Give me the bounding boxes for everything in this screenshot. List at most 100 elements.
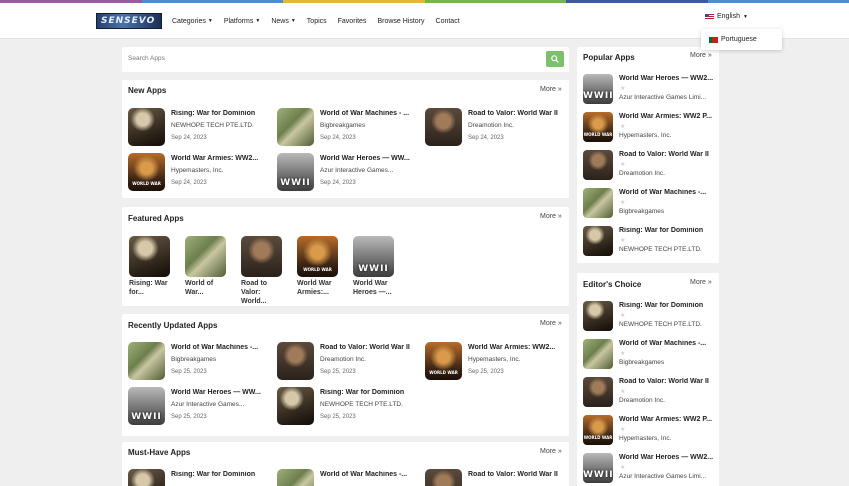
- side-app-item[interactable]: WORLD WAR World War Armies: WW2 P... ★ Hype…: [583, 415, 717, 448]
- app-icon: [583, 339, 613, 369]
- app-icon: [128, 108, 165, 146]
- star-icon: ★: [620, 427, 626, 433]
- featured-app[interactable]: WWII World War Heroes —...: [353, 236, 397, 297]
- star-icon: ★: [620, 200, 626, 206]
- side-app-item[interactable]: WWII World War Heroes — WW2... ★ Azur Inter…: [583, 74, 717, 107]
- app-icon-valor: [277, 342, 314, 380]
- side-app-item[interactable]: Road to Valor: World War II ★ Dreamotion I…: [583, 377, 717, 410]
- nav-favorites[interactable]: Favorites: [338, 18, 367, 25]
- app-name: World of War Machines -...: [171, 344, 259, 351]
- app-icon: [185, 236, 226, 277]
- nav-label: Browse History: [377, 17, 425, 25]
- app-name: World War Armies:...: [297, 280, 332, 296]
- app-card[interactable]: Rising: War for Dominion: [128, 469, 276, 486]
- nav-label: Categories: [172, 17, 206, 25]
- app-icon-rising: [128, 469, 165, 486]
- app-card[interactable]: Rising: War for Dominion NEWHOPE TECH PTE…: [128, 108, 276, 148]
- portugal-flag-icon: [709, 36, 718, 43]
- app-icon: WWII: [583, 453, 613, 483]
- side-app-item[interactable]: WORLD WAR World War Armies: WW2 P... ★ Hype…: [583, 112, 717, 145]
- nav-contact[interactable]: Contact: [436, 18, 460, 25]
- more-link[interactable]: More »: [540, 86, 562, 93]
- side-app-item[interactable]: Road to Valor: World War II ★ Dreamotion I…: [583, 150, 717, 183]
- caret-down-icon: ▼: [290, 18, 296, 24]
- more-link[interactable]: More »: [690, 52, 712, 59]
- side-app-item[interactable]: World of War Machines -... ★ Bigbreakgames: [583, 339, 717, 372]
- app-icon-armies: WORLD WAR: [128, 153, 165, 191]
- app-developer: Azur Interactive Games...: [171, 401, 245, 408]
- app-card[interactable]: Road to Valor: World War II: [425, 469, 573, 486]
- star-icon: ★: [620, 465, 626, 471]
- search-input[interactable]: [128, 55, 528, 62]
- app-icon-valor: [241, 236, 282, 277]
- nav-browse-history[interactable]: Browse History: [377, 18, 424, 25]
- app-date: Sep 25, 2023: [468, 369, 504, 375]
- side-app-item[interactable]: Rising: War for Dominion ★ NEWHOPE TECH PT…: [583, 226, 717, 259]
- app-icon-machines: [583, 188, 613, 218]
- featured-app[interactable]: Rising: War for...: [129, 236, 173, 297]
- app-card[interactable]: World of War Machines - ... Bigbreakgames…: [277, 108, 425, 148]
- app-icon: WWII: [583, 74, 613, 104]
- app-icon: [583, 150, 613, 180]
- app-card[interactable]: Road to Valor: World War II Dreamotion In…: [425, 108, 573, 148]
- language-dropdown[interactable]: Portuguese: [701, 29, 782, 50]
- app-icon: [277, 387, 314, 425]
- nav-platforms[interactable]: Platforms ▼: [224, 18, 261, 25]
- nav-news[interactable]: News ▼: [271, 18, 295, 25]
- language-label: English: [717, 13, 740, 20]
- app-icon: WORLD WAR: [583, 415, 613, 445]
- app-developer: Hypemasters, Inc.: [619, 435, 672, 442]
- app-card[interactable]: World of War Machines -... Bigbreakgames S…: [128, 342, 276, 382]
- app-name: World War Heroes — WW...: [171, 389, 261, 396]
- star-icon: ★: [620, 86, 626, 92]
- app-icon-machines: [583, 339, 613, 369]
- app-card[interactable]: WWII World War Heroes — WW... Azur Interac…: [128, 387, 276, 427]
- app-icon: WORLD WAR: [128, 153, 165, 191]
- language-selector[interactable]: English ▼: [705, 13, 748, 20]
- app-name: Road to Valor: World War II: [619, 378, 709, 385]
- app-card[interactable]: WORLD WAR World War Armies: WW2... Hypemas…: [128, 153, 276, 193]
- app-developer: Dreamotion Inc.: [320, 356, 366, 363]
- nav-categories[interactable]: Categories ▼: [172, 18, 213, 25]
- app-card[interactable]: Rising: War for Dominion NEWHOPE TECH PTE…: [277, 387, 425, 427]
- app-icon-valor: [425, 469, 462, 486]
- app-card[interactable]: WWII World War Heroes — WW... Azur Interac…: [277, 153, 425, 193]
- app-icon-valor: [425, 108, 462, 146]
- side-app-item[interactable]: Rising: War for Dominion ★ NEWHOPE TECH PT…: [583, 301, 717, 334]
- app-name: World War Heroes —...: [353, 280, 392, 296]
- more-link[interactable]: More »: [540, 448, 562, 455]
- app-icon: WWII: [277, 153, 314, 191]
- app-developer: Dreamotion Inc.: [468, 122, 514, 129]
- search-button[interactable]: [546, 51, 564, 67]
- app-date: Sep 24, 2023: [171, 135, 207, 141]
- app-card[interactable]: WORLD WAR World War Armies: WW2... Hypemas…: [425, 342, 573, 382]
- featured-app[interactable]: World of War...: [185, 236, 229, 297]
- app-date: Sep 24, 2023: [320, 135, 356, 141]
- app-developer: NEWHOPE TECH PTE.LTD.: [320, 401, 403, 408]
- app-name: Rising: War for Dominion: [619, 302, 704, 309]
- featured-app[interactable]: WORLD WAR World War Armies:...: [297, 236, 341, 297]
- app-icon-armies: WORLD WAR: [425, 342, 462, 380]
- more-link[interactable]: More »: [540, 320, 562, 327]
- app-icon-armies: WORLD WAR: [583, 415, 613, 445]
- star-icon: ★: [620, 162, 626, 168]
- app-developer: NEWHOPE TECH PTE.LTD.: [171, 122, 254, 129]
- app-name: World of War...: [185, 280, 214, 296]
- featured-app[interactable]: Road to Valor: World...: [241, 236, 285, 306]
- app-developer: Hypemasters, Inc.: [468, 356, 521, 363]
- more-link[interactable]: More »: [540, 213, 562, 220]
- more-link[interactable]: More »: [690, 279, 712, 286]
- section-title: New Apps: [128, 86, 167, 95]
- app-icon: WWII: [128, 387, 165, 425]
- app-name: World War Armies: WW2...: [171, 155, 259, 162]
- app-card[interactable]: Road to Valor: World War II Dreamotion In…: [277, 342, 425, 382]
- nav-topics[interactable]: Topics: [307, 18, 327, 25]
- side-app-item[interactable]: World of War Machines -... ★ Bigbreakgames: [583, 188, 717, 221]
- app-card[interactable]: World of War Machines -...: [277, 469, 425, 486]
- side-app-item[interactable]: WWII World War Heroes — WW2... ★ Azur Inter…: [583, 453, 717, 486]
- main-nav: Categories ▼ Platforms ▼ News ▼ Topics Favo…: [172, 3, 460, 39]
- star-icon: ★: [620, 389, 626, 395]
- site-logo[interactable]: SENSEVO: [96, 13, 162, 29]
- app-icon: [241, 236, 282, 277]
- app-name: Road to Valor: World War II: [619, 151, 709, 158]
